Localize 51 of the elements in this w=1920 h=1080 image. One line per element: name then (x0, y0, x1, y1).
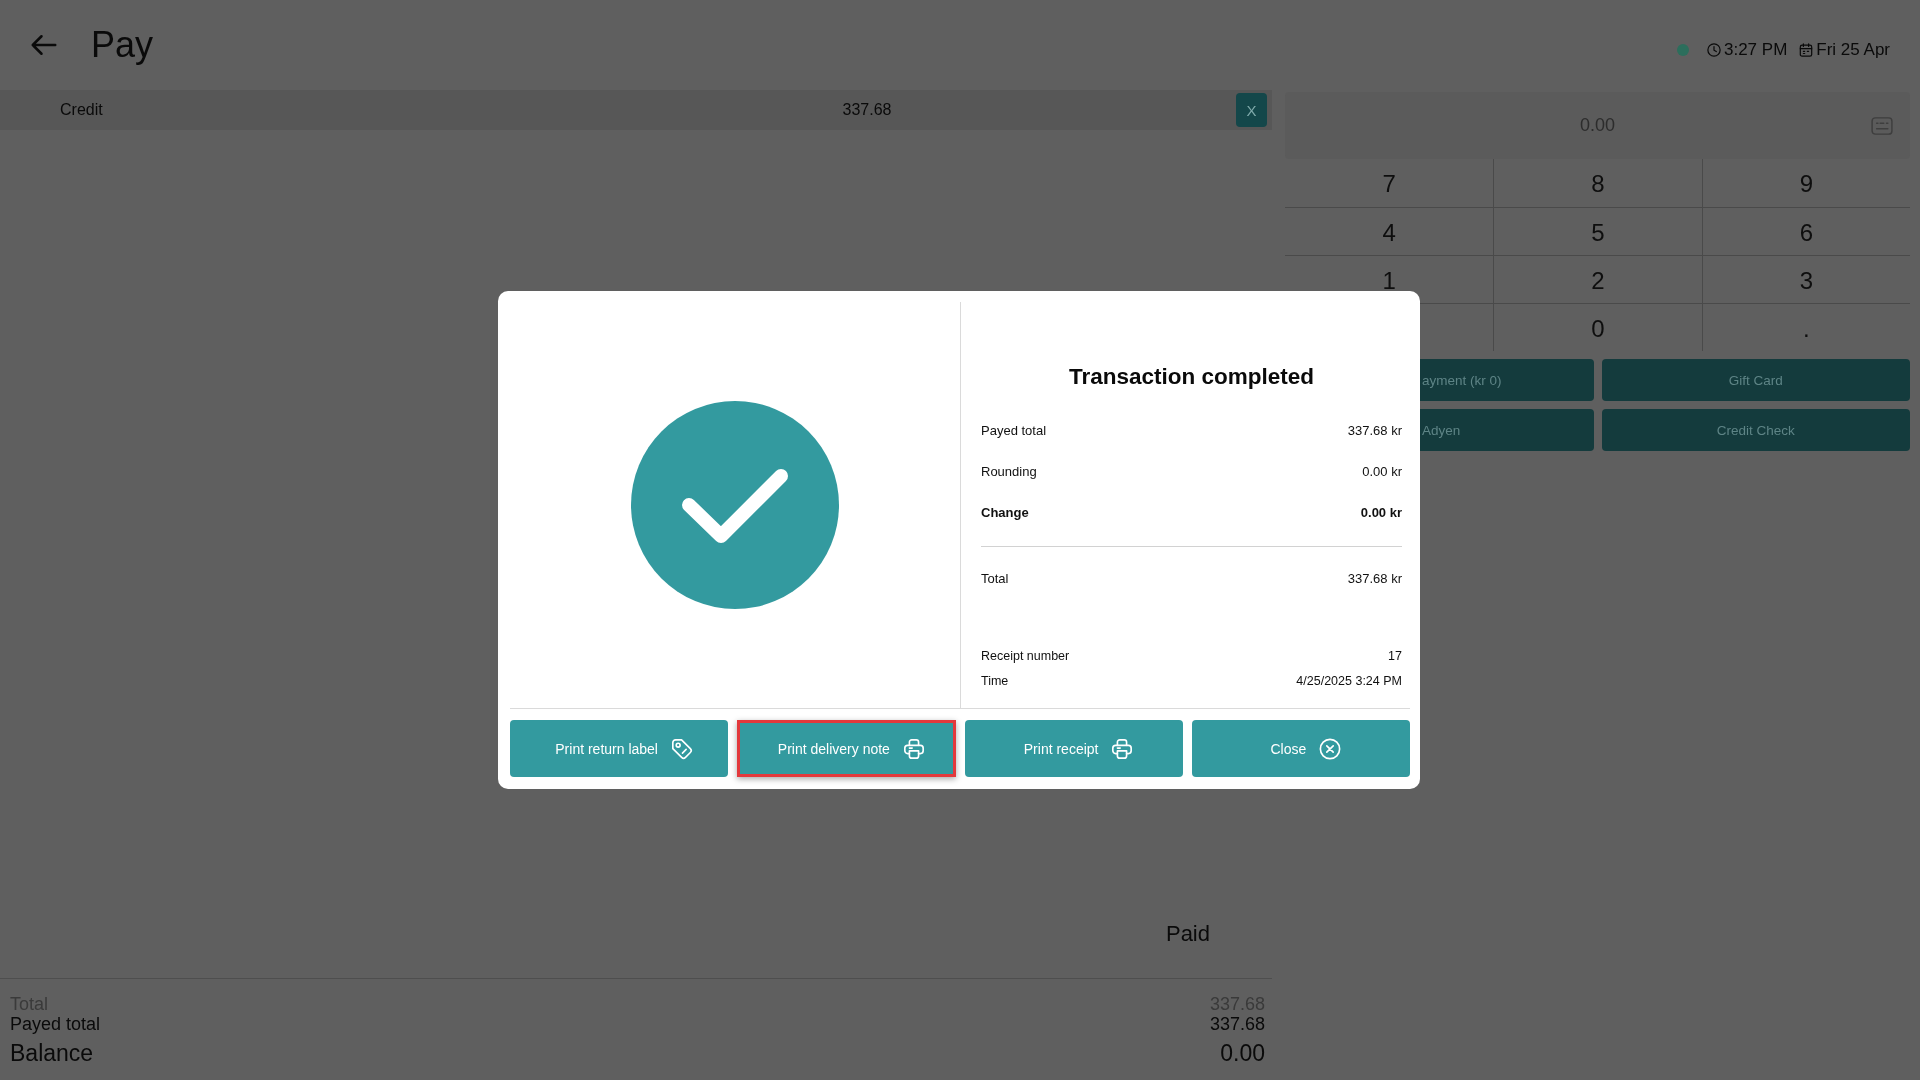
clock-icon (1707, 42, 1721, 57)
calendar-icon (1799, 42, 1814, 57)
clock-time: 3:27 PM (1724, 39, 1788, 60)
payment-amount: 337.68 (842, 101, 892, 119)
print-button[interactable]: Print delivery note (737, 720, 956, 777)
info-value: 4/25/2025 3:24 PM (1296, 673, 1402, 688)
line-label: Change (981, 505, 1029, 520)
info-label: Time (981, 673, 1009, 688)
printer-icon (1111, 737, 1134, 760)
line-value: 0.00 kr (1360, 505, 1402, 520)
payment-method-button[interactable]: ayment (kr 0) (1420, 359, 1594, 401)
keypad-key[interactable]: 1 (1376, 270, 1402, 291)
paid-label: Paid (1165, 921, 1210, 947)
keypad-key[interactable]: . (1797, 318, 1816, 339)
print-label-button[interactable]: Print return label (510, 720, 729, 777)
info-value: 17 (1388, 648, 1402, 663)
keypad-key[interactable]: 8 (1585, 174, 1611, 194)
keypad-key[interactable]: 9 (1793, 174, 1819, 194)
line-value: 337.68 kr (1347, 423, 1402, 438)
dialog-title: Transaction completed (1067, 363, 1316, 391)
printer-icon (902, 737, 925, 760)
keypad-key[interactable]: 3 (1793, 270, 1819, 291)
total-label: Total (981, 571, 1009, 586)
payment-method-button[interactable]: Credit Check (1601, 409, 1910, 451)
keypad-key[interactable]: 4 (1376, 222, 1402, 243)
close-icon (1319, 737, 1342, 760)
summary-label: Balance (10, 1039, 94, 1068)
tag-icon (671, 737, 693, 760)
keypad-key[interactable]: 2 (1585, 270, 1611, 291)
check-circle-icon (631, 401, 839, 609)
current-date: Fri 25 Apr (1816, 39, 1890, 60)
page-title: Pay (91, 24, 154, 66)
info-label: Receipt number (981, 648, 1070, 663)
summary-value: 0.00 (1220, 1039, 1265, 1068)
line-label: Rounding (981, 464, 1037, 479)
keypad-key[interactable]: 6 (1793, 222, 1819, 243)
close-button[interactable]: Close (1191, 720, 1410, 777)
payment-method-button[interactable]: Gift Card (1601, 359, 1910, 401)
line-label: Payed total (981, 423, 1047, 438)
remove-payment-button[interactable]: X (1236, 93, 1267, 127)
keyboard-icon[interactable] (1871, 116, 1893, 135)
summary-label: Payed total (10, 1014, 101, 1034)
keypad-key[interactable]: 0 (1585, 318, 1611, 339)
payment-method-button[interactable]: Adyen (1420, 409, 1594, 451)
line-value: 0.00 kr (1362, 464, 1402, 479)
print-button[interactable]: Print receipt (964, 720, 1183, 777)
summary-value: 337.68 (1209, 1014, 1265, 1034)
total-value: 337.68 kr (1347, 571, 1402, 586)
keypad-key[interactable]: 5 (1585, 222, 1611, 243)
keypad-key[interactable]: 7 (1376, 174, 1402, 194)
payment-method: Credit (60, 101, 103, 119)
